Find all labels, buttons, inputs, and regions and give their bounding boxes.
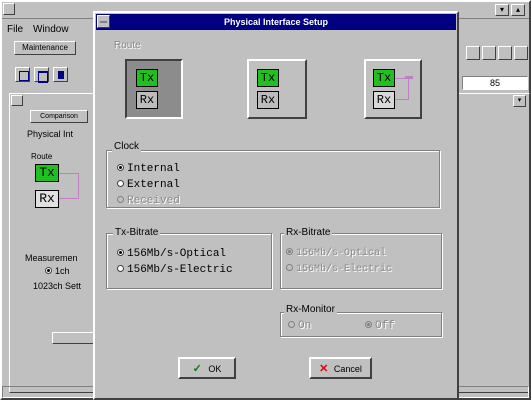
route-2-rx-icon: Rx (257, 91, 279, 109)
rx-optical-label: 156Mb/s-Optical (296, 248, 387, 259)
route-option-1[interactable]: Tx Rx (125, 59, 183, 119)
app-minimize-button[interactable]: ▾ (495, 4, 509, 16)
rx-electric-label: 156Mb/s-Electric (296, 264, 393, 275)
setting-label: 1023ch Sett (33, 281, 82, 291)
radio-tx-electric-icon (117, 264, 124, 272)
measurement-option[interactable]: 1ch (45, 266, 70, 276)
maintenance-button[interactable]: Maintenance (14, 41, 76, 55)
tx-electric-label: 156Mb/s-Electric (127, 264, 233, 276)
route-2-tx-icon: Tx (257, 69, 279, 87)
toolbar-layout-icon-2[interactable] (34, 67, 49, 83)
radio-internal-icon (117, 163, 124, 171)
tx-option-optical[interactable]: 156Mb/s-Optical (117, 248, 226, 260)
route-option-2[interactable]: Tx Rx (247, 59, 307, 119)
panel-route-label: Route (31, 152, 53, 161)
route-3-tx-icon: Tx (373, 69, 395, 87)
panel-label: Physical Int (27, 129, 74, 139)
clock-external-label: External (127, 179, 180, 191)
toolbar-layout-icon-3[interactable] (53, 67, 68, 82)
radio-rx-electric-icon (286, 263, 293, 271)
toolbar-layout-icon-1[interactable] (15, 67, 30, 82)
toolbar-tool-icon-r2[interactable] (482, 46, 496, 60)
radio-monitor-off-icon (365, 320, 372, 328)
cancel-button[interactable]: ✕ Cancel (309, 357, 372, 379)
checkmark-icon: ✓ (192, 363, 202, 375)
dialog-title-bar: Physical Interface Setup (96, 14, 456, 30)
dialog-system-menu-button[interactable] (97, 15, 110, 28)
ok-label: OK (208, 364, 222, 374)
cancel-label: Cancel (333, 364, 362, 374)
route-label: Route (114, 40, 141, 51)
background-button[interactable] (52, 332, 97, 344)
app-maximize-button[interactable]: ▴ (511, 4, 525, 16)
rx-bitrate-label: Rx-Bitrate (284, 227, 333, 238)
clock-label: Clock (112, 141, 142, 152)
clock-option-received: Received (117, 195, 180, 207)
radio-received-icon (117, 195, 124, 203)
measurement-label: Measuremen (25, 253, 78, 263)
radio-rx-optical-icon (286, 247, 293, 255)
route-1-rx-icon: Rx (136, 91, 158, 109)
route-3-rx-icon: Rx (373, 91, 395, 109)
radio-external-icon (117, 179, 124, 187)
measurement-radio-icon (45, 267, 52, 275)
clock-option-internal[interactable]: Internal (117, 163, 180, 175)
menu-file[interactable]: File (7, 24, 23, 35)
system-menu-button[interactable] (3, 3, 15, 15)
child-restore-button[interactable]: ▾ (513, 95, 526, 107)
route-option-3[interactable]: Tx Rx (364, 59, 422, 119)
clock-received-label: Received (127, 195, 180, 207)
child-system-button[interactable] (11, 95, 23, 106)
tx-option-electric[interactable]: 156Mb/s-Electric (117, 264, 233, 276)
radio-tx-optical-icon (117, 248, 124, 256)
loopback-link-icon (395, 78, 409, 100)
tx-bitrate-label: Tx-Bitrate (113, 227, 161, 238)
tx-bitrate-group (106, 233, 272, 289)
toolbar-tool-icon-r1[interactable] (466, 46, 480, 60)
panel-route-icon: Tx Rx (35, 164, 85, 218)
tx-optical-label: 156Mb/s-Optical (127, 248, 227, 260)
toolbar-tool-icon-r4[interactable] (514, 46, 528, 60)
clock-option-external[interactable]: External (117, 179, 180, 191)
cancel-x-icon: ✕ (319, 363, 329, 375)
rx-monitor-off: Off (365, 320, 395, 332)
rx-option-electric: 156Mb/s-Electric (286, 263, 393, 275)
radio-monitor-on-icon (288, 320, 295, 328)
clock-internal-label: Internal (127, 163, 180, 175)
ok-button[interactable]: ✓ OK (178, 357, 236, 379)
toolbar-tool-icon-r3[interactable] (498, 46, 512, 60)
monitor-off-label: Off (375, 320, 395, 332)
rx-monitor-label: Rx-Monitor (284, 304, 337, 315)
monitor-on-label: On (298, 320, 312, 332)
measurement-option-label: 1ch (55, 266, 70, 276)
route-1-tx-icon: Tx (136, 69, 158, 87)
rx-option-optical: 156Mb/s-Optical (286, 247, 387, 259)
rx-bitrate-group (280, 233, 442, 289)
dialog-title: Physical Interface Setup (223, 17, 329, 27)
right-field[interactable]: 85 (462, 76, 528, 90)
child-tab-comparison[interactable]: Comparison (30, 110, 88, 123)
menu-window[interactable]: Window (33, 24, 69, 35)
rx-monitor-on: On (288, 320, 311, 332)
